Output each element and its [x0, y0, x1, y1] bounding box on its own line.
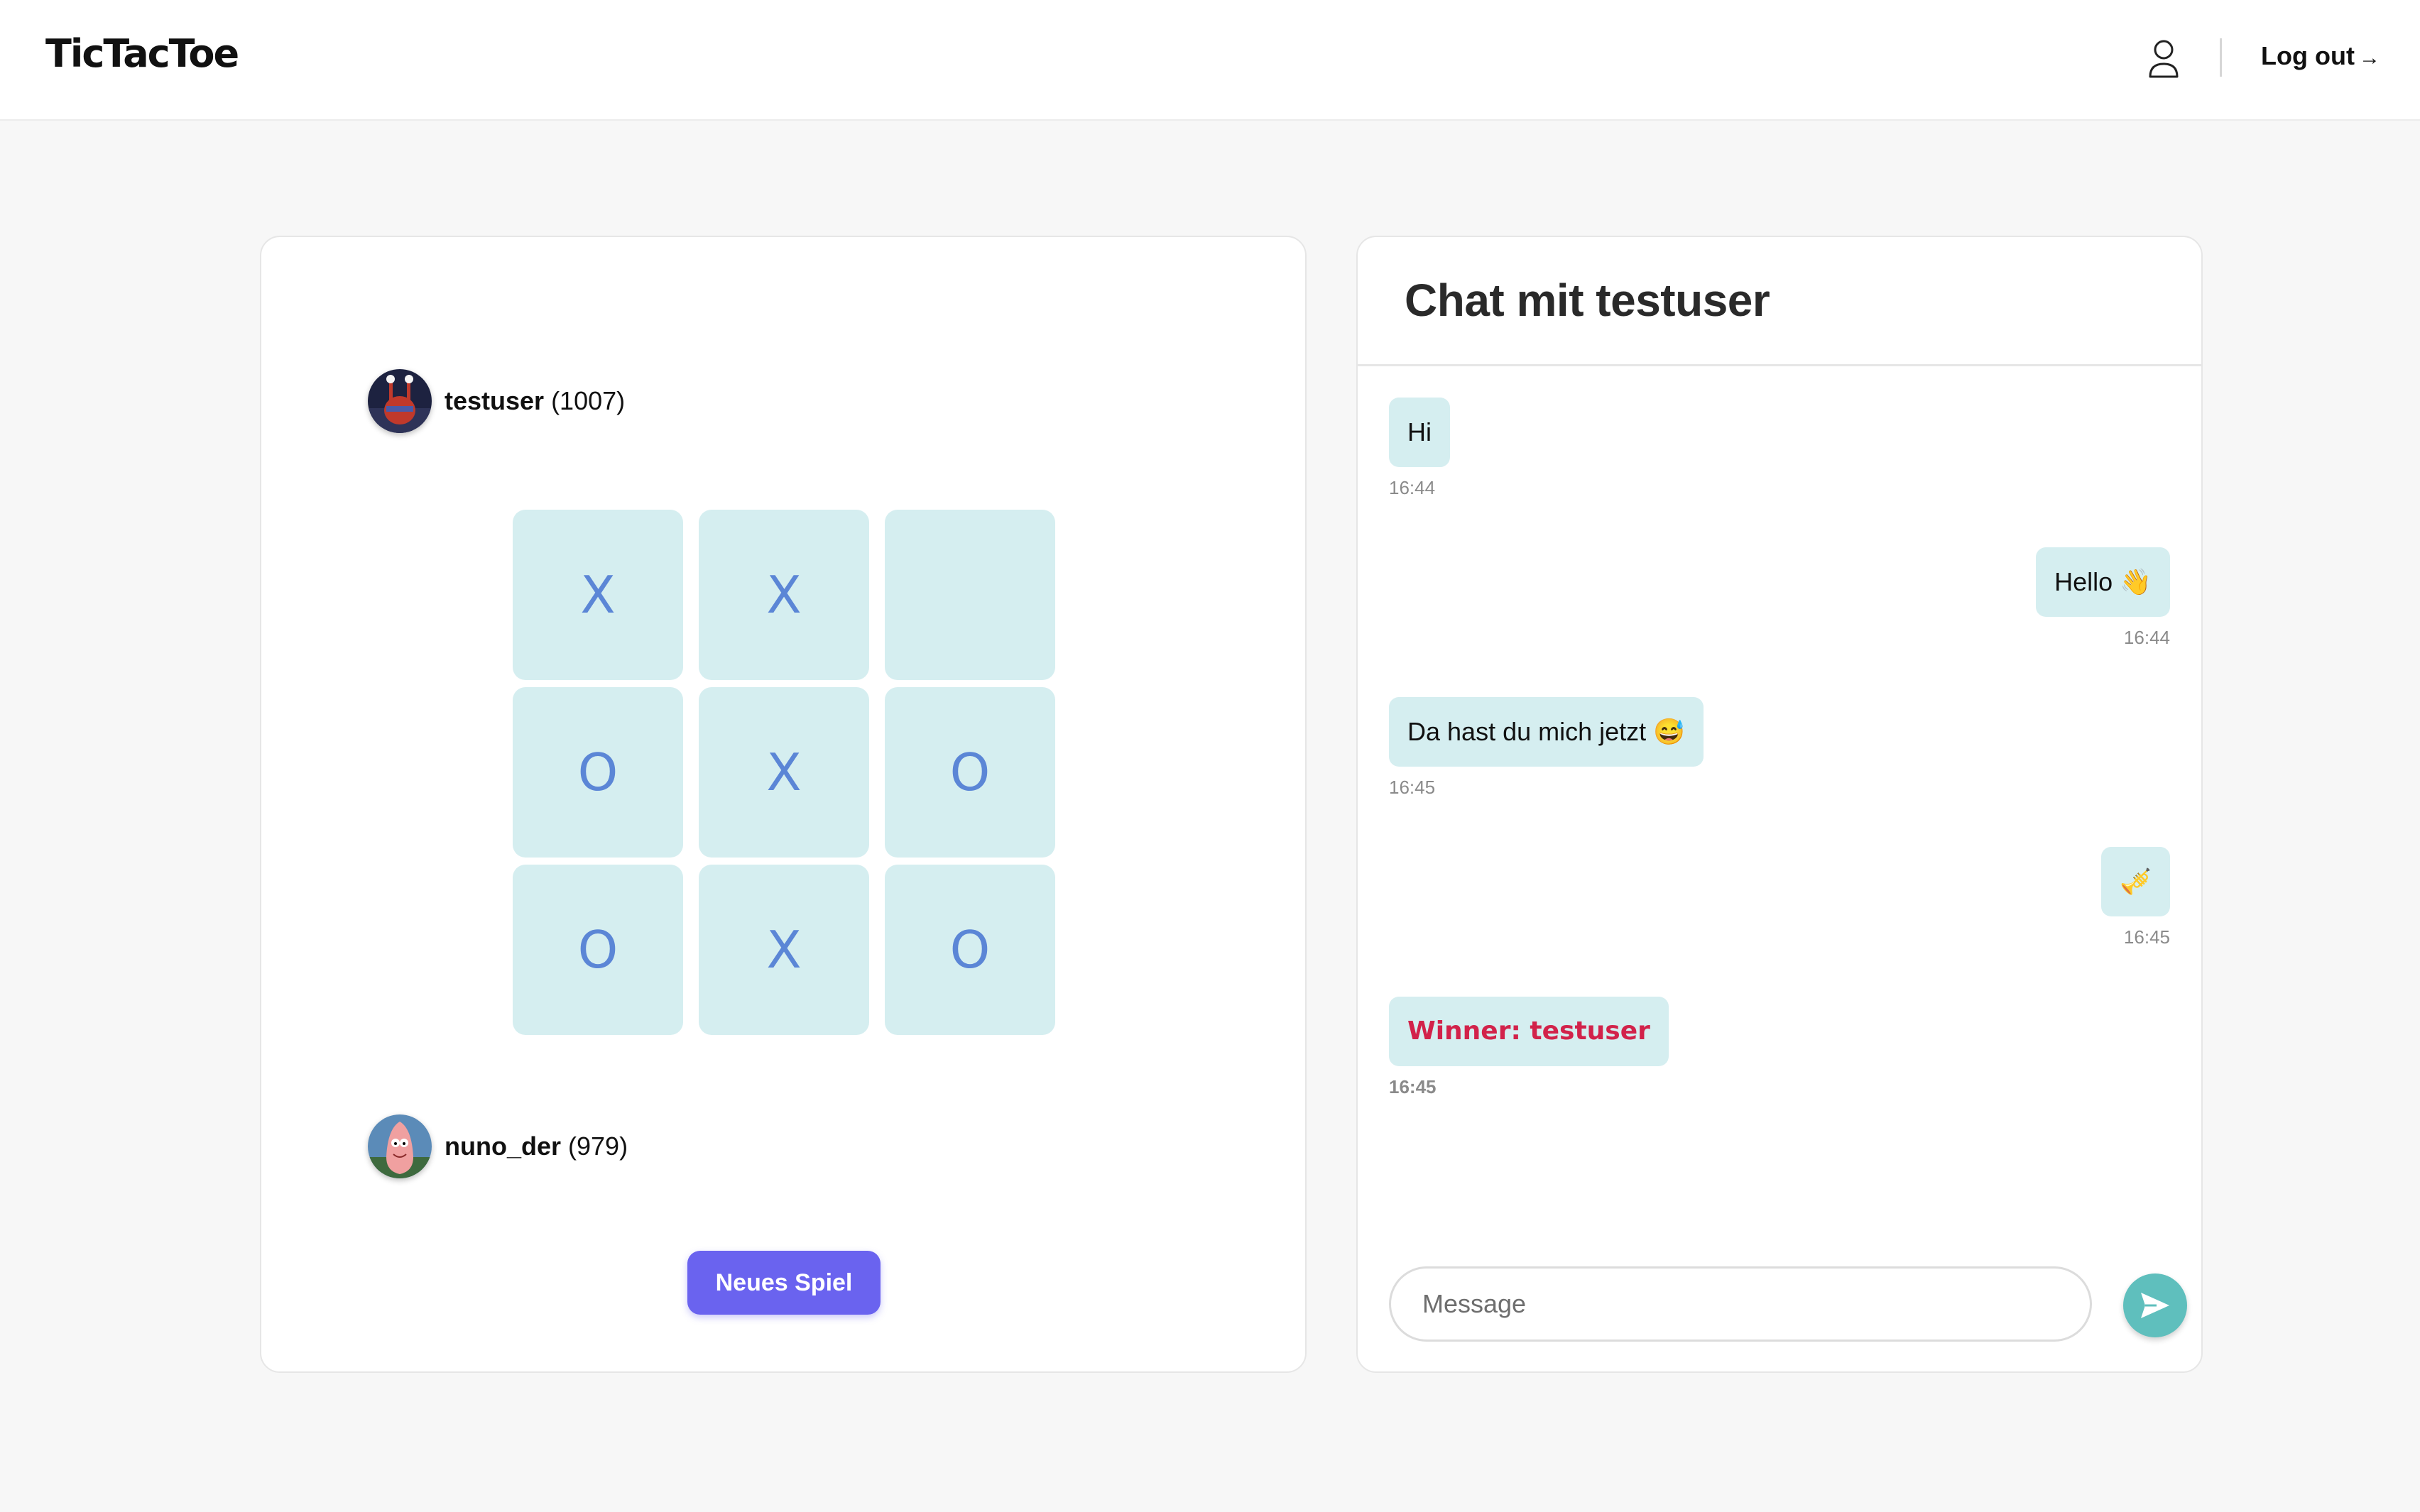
- player-bottom: nuno_der (979): [368, 1114, 628, 1178]
- starfish-avatar: [368, 1114, 432, 1178]
- message-bubble: 🎺: [2101, 847, 2170, 916]
- board-cell[interactable]: X: [699, 510, 869, 680]
- app-logo[interactable]: TicTacToe: [45, 31, 239, 76]
- board-cell[interactable]: O: [513, 687, 683, 858]
- chat-message: Hi 16:44: [1389, 398, 1450, 499]
- message-time: 16:44: [2123, 627, 2170, 648]
- board-cell[interactable]: O: [885, 865, 1055, 1035]
- player-rating: (1007): [551, 386, 626, 415]
- chat-message: Da hast du mich jetzt 😅 16:45: [1389, 697, 1704, 799]
- player-top: testuser (1007): [368, 369, 625, 433]
- chat-message: Hello 👋 16:44: [2036, 547, 2170, 649]
- message-input[interactable]: [1389, 1266, 2092, 1342]
- chat-panel: Chat mit testuser Hi 16:44 Hello 👋 16:44…: [1356, 236, 2203, 1373]
- chat-title: Chat mit testuser: [1405, 275, 1770, 326]
- send-button[interactable]: [2123, 1273, 2187, 1337]
- logout-button[interactable]: Log out →: [2261, 41, 2380, 71]
- board-cell[interactable]: [885, 510, 1055, 680]
- new-game-button[interactable]: Neues Spiel: [687, 1251, 881, 1315]
- chat-header: Chat mit testuser: [1358, 237, 2201, 366]
- player-name: nuno_der: [445, 1132, 562, 1161]
- winner-bubble: Winner: testuser: [1389, 997, 1669, 1066]
- message-time: 16:45: [2123, 926, 2170, 948]
- player-name: testuser: [445, 386, 545, 415]
- chat-message: 🎺 16:45: [2101, 847, 2170, 948]
- board-cell[interactable]: O: [885, 687, 1055, 858]
- message-time: 16:45: [1389, 1076, 1437, 1097]
- winner-message: Winner: testuser 16:45: [1389, 997, 1669, 1098]
- logout-label: Log out: [2261, 41, 2355, 70]
- board-cell[interactable]: O: [513, 865, 683, 1035]
- arrow-right-icon: →: [2358, 46, 2380, 70]
- board-cell[interactable]: X: [513, 510, 683, 680]
- crab-avatar: [368, 369, 432, 433]
- user-icon[interactable]: [2147, 38, 2180, 78]
- game-panel: testuser (1007) X X O X O O X O nuno_der: [260, 236, 1307, 1373]
- board-cell[interactable]: X: [699, 865, 869, 1035]
- message-bubble: Hello 👋: [2036, 547, 2170, 617]
- top-bar: TicTacToe Log out →: [0, 0, 2420, 121]
- game-board: X X O X O O X O: [513, 510, 1055, 1035]
- board-cell[interactable]: X: [699, 687, 869, 858]
- header-divider: [2220, 38, 2222, 77]
- send-icon: [2141, 1293, 2169, 1318]
- player-rating: (979): [568, 1132, 628, 1161]
- message-time: 16:45: [1389, 777, 1436, 798]
- message-bubble: Hi: [1389, 398, 1450, 467]
- message-bubble: Da hast du mich jetzt 😅: [1389, 697, 1704, 767]
- message-time: 16:44: [1389, 477, 1436, 498]
